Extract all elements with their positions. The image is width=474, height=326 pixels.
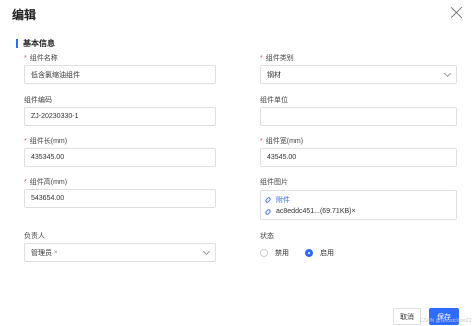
cancel-button[interactable]: 取消 — [393, 308, 421, 325]
section-title: 基本信息 — [23, 39, 55, 48]
code-field[interactable]: ZJ-20230330-1 — [24, 107, 216, 126]
close-icon[interactable] — [450, 6, 464, 20]
category-label: * 组件类别 — [260, 55, 294, 62]
width-value: 43545.00 — [267, 154, 297, 161]
radio-button[interactable] — [260, 249, 268, 257]
file-name: ac8eddc451...(69.71KB) — [276, 208, 352, 215]
edit-dialog: 编辑 基本信息 * 组件名称 低含氯缩油组件 * 组件类别 钢材 组件编码 ZJ-2… — [0, 0, 474, 326]
required-mark: * — [260, 138, 263, 145]
status-radio-enabled[interactable]: 启用 — [305, 248, 334, 258]
name-label: * 组件名称 — [24, 55, 58, 62]
remove-file-icon[interactable]: × — [352, 208, 356, 215]
length-field[interactable]: 435345.00 — [24, 148, 216, 167]
tag-close-icon[interactable]: × — [54, 250, 58, 256]
radio-button-selected[interactable] — [305, 249, 313, 257]
required-mark: * — [24, 138, 27, 145]
image-upload: 附件 ac8eddc451...(69.71KB) × — [260, 190, 457, 220]
image-label: 组件图片 — [260, 179, 288, 186]
length-label: * 组件长(mm) — [24, 138, 68, 145]
radio-label: 启用 — [320, 250, 334, 257]
chevron-down-icon — [202, 247, 211, 256]
uploaded-file[interactable]: ac8eddc451...(69.71KB) × — [264, 207, 356, 216]
owner-select[interactable]: 管理员 × — [24, 243, 216, 262]
upload-link-row[interactable]: 附件 — [264, 195, 290, 205]
owner-label: 负责人 — [24, 233, 45, 240]
unit-field[interactable] — [260, 107, 457, 126]
unit-label: 组件单位 — [260, 97, 288, 104]
category-select[interactable]: 钢材 — [260, 65, 457, 84]
length-value: 435345.00 — [31, 154, 65, 161]
status-label: 状态 — [260, 233, 274, 240]
watermark: CSDN @Ghostclone22 — [420, 318, 472, 324]
radio-label: 禁用 — [275, 250, 289, 257]
chevron-down-icon — [443, 69, 452, 78]
height-label: * 组件高(mm) — [24, 179, 68, 186]
owner-tag: 管理员 × — [31, 249, 58, 257]
name-value: 低含氯缩油组件 — [31, 71, 80, 79]
code-label: 组件编码 — [24, 97, 52, 104]
upload-link[interactable]: 附件 — [276, 195, 290, 205]
height-value: 543654.00 — [31, 195, 65, 202]
section-indicator — [16, 39, 18, 48]
paperclip-icon — [264, 207, 272, 216]
name-field[interactable]: 低含氯缩油组件 — [24, 65, 216, 84]
category-value: 钢材 — [267, 71, 281, 79]
required-mark: * — [24, 55, 27, 62]
required-mark: * — [260, 55, 263, 62]
code-value: ZJ-20230330-1 — [31, 113, 79, 120]
dialog-title: 编辑 — [12, 8, 37, 22]
width-field[interactable]: 43545.00 — [260, 148, 457, 167]
width-label: * 组件宽(mm) — [260, 138, 304, 145]
status-radio-disabled[interactable]: 禁用 — [260, 248, 289, 258]
height-field[interactable]: 543654.00 — [24, 189, 216, 208]
required-mark: * — [24, 179, 27, 186]
paperclip-icon — [264, 196, 272, 204]
